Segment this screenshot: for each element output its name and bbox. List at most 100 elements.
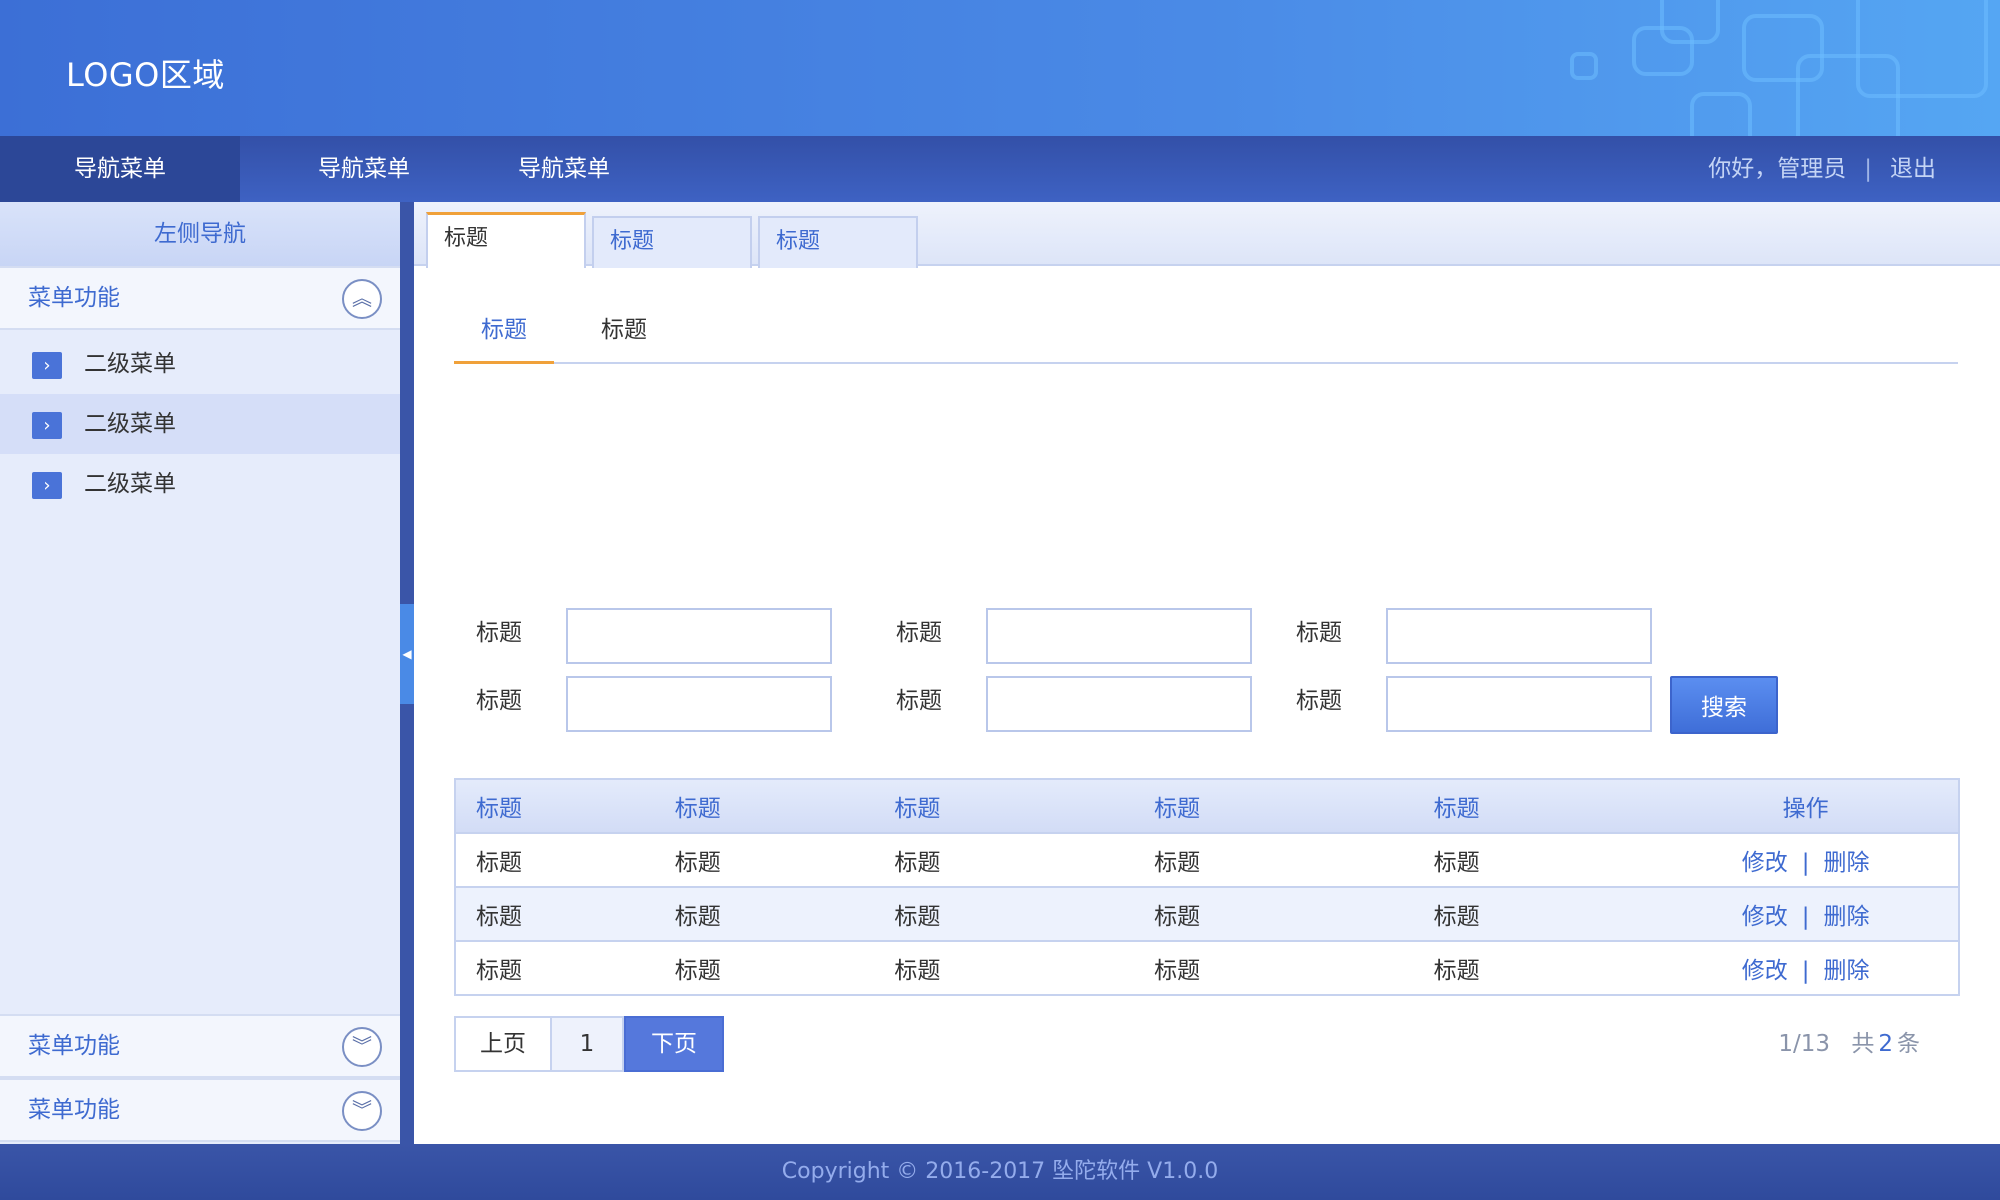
delete-link[interactable]: 删除 xyxy=(1824,850,1870,876)
data-table: 标题 标题 标题 标题 标题 操作 标题 标题 标题 标题 标题 修改 | 删除 标… xyxy=(454,778,1960,996)
table-cell: 标题 xyxy=(674,958,721,984)
next-page-button[interactable]: 下页 xyxy=(624,1016,724,1072)
sidebar-sub-item-3[interactable]: › 二级菜单 xyxy=(0,454,400,514)
table-cell: 标题 xyxy=(1433,850,1480,876)
form-input-5[interactable] xyxy=(986,676,1252,732)
table-header-cell: 操作 xyxy=(1782,796,1829,822)
delete-link[interactable]: 删除 xyxy=(1824,904,1870,930)
table-cell: 标题 xyxy=(894,958,941,984)
page-info: 1/13 共2条 xyxy=(1778,1016,1920,1072)
tab-2[interactable]: 标题 xyxy=(592,216,752,268)
sidebar-group-1[interactable]: 菜单功能 ︽ xyxy=(0,266,400,330)
form-input-6[interactable] xyxy=(1386,676,1652,732)
table-ops-cell: 修改 | 删除 xyxy=(1653,833,1959,887)
sidebar-sub-item-1[interactable]: › 二级菜单 xyxy=(0,334,400,394)
sidebar-sub-item-label: 二级菜单 xyxy=(84,471,176,497)
user-area: 你好，管理员 | 退出 xyxy=(1708,136,1936,202)
collapse-sidebar-icon[interactable]: ◀ xyxy=(400,604,414,704)
form-input-3[interactable] xyxy=(1386,608,1652,664)
table-cell: 标题 xyxy=(1433,958,1480,984)
header: LOGO区域 xyxy=(0,0,2000,136)
table-cell: 标题 xyxy=(1154,850,1201,876)
nav-item-2[interactable]: 导航菜单 xyxy=(254,136,474,202)
tab-1[interactable]: 标题 xyxy=(426,212,586,268)
chevron-double-down-icon[interactable]: ︾ xyxy=(342,1091,382,1131)
form-label-6: 标题 xyxy=(1296,688,1342,714)
form-label-3: 标题 xyxy=(1296,620,1342,646)
prev-page-button[interactable]: 上页 xyxy=(454,1016,552,1072)
edit-link[interactable]: 修改 xyxy=(1742,958,1788,984)
op-separator: | xyxy=(1801,904,1810,930)
table-cell: 标题 xyxy=(476,904,522,930)
chevron-double-down-icon[interactable]: ︾ xyxy=(342,1027,382,1067)
form-input-4[interactable] xyxy=(566,676,832,732)
top-navigation: 导航菜单 导航菜单 导航菜单 你好，管理员 | 退出 xyxy=(0,136,2000,202)
table-cell: 标题 xyxy=(1154,904,1201,930)
form-input-1[interactable] xyxy=(566,608,832,664)
logout-link[interactable]: 退出 xyxy=(1890,156,1936,182)
table-cell: 标题 xyxy=(894,850,941,876)
total-count: 2 xyxy=(1878,1031,1893,1057)
sidebar-group-label: 菜单功能 xyxy=(28,1033,120,1059)
arrow-right-icon: › xyxy=(32,472,62,499)
table-header-cell: 标题 xyxy=(1433,796,1480,822)
table-header-cell: 标题 xyxy=(1154,796,1201,822)
sidebar-group-3[interactable]: 菜单功能 ︾ xyxy=(0,1078,400,1142)
page-indicator: 1/13 xyxy=(1778,1031,1831,1057)
separator: | xyxy=(1864,156,1872,182)
table-row: 标题 标题 标题 标题 标题 修改 | 删除 xyxy=(455,833,1959,887)
table-header-cell: 标题 xyxy=(476,796,522,822)
main-content: 标题 标题 标题 标题 标题 标题 标题 标题 标题 标题 标题 搜索 标题 标… xyxy=(414,202,2000,1144)
form-label-5: 标题 xyxy=(896,688,942,714)
table-cell: 标题 xyxy=(674,904,721,930)
nav-item-3[interactable]: 导航菜单 xyxy=(464,136,664,202)
form-label-4: 标题 xyxy=(476,688,522,714)
table-row: 标题 标题 标题 标题 标题 修改 | 删除 xyxy=(455,941,1959,995)
table-ops-cell: 修改 | 删除 xyxy=(1653,887,1959,941)
nav-item-1[interactable]: 导航菜单 xyxy=(0,136,240,202)
table-row: 标题 标题 标题 标题 标题 修改 | 删除 xyxy=(455,887,1959,941)
tab-bar: 标题 标题 标题 xyxy=(414,202,2000,268)
sub-tabs: 标题 标题 xyxy=(454,298,1958,364)
sidebar-sub-item-label: 二级菜单 xyxy=(84,351,176,377)
search-button[interactable]: 搜索 xyxy=(1670,676,1778,734)
form-input-2[interactable] xyxy=(986,608,1252,664)
tab-3[interactable]: 标题 xyxy=(758,216,918,268)
form-label-1: 标题 xyxy=(476,620,522,646)
decorative-square xyxy=(1660,0,1720,44)
table-ops-cell: 修改 | 删除 xyxy=(1653,941,1959,995)
subtab-2[interactable]: 标题 xyxy=(574,298,674,364)
subtab-1[interactable]: 标题 xyxy=(454,298,554,364)
sidebar-sub-item-2[interactable]: › 二级菜单 xyxy=(0,394,400,454)
decorative-square xyxy=(1570,52,1598,80)
table-header-row: 标题 标题 标题 标题 标题 操作 xyxy=(455,779,1959,833)
delete-link[interactable]: 删除 xyxy=(1824,958,1870,984)
sidebar-group-label: 菜单功能 xyxy=(28,1097,120,1123)
decorative-square xyxy=(1690,92,1752,136)
sidebar-sub-item-label: 二级菜单 xyxy=(84,411,176,437)
page-number-button[interactable]: 1 xyxy=(552,1016,624,1072)
arrow-right-icon: › xyxy=(32,352,62,379)
table-cell: 标题 xyxy=(674,850,721,876)
sidebar-group-label: 菜单功能 xyxy=(28,285,120,311)
table-header-cell: 标题 xyxy=(894,796,941,822)
total-prefix: 共 xyxy=(1851,1031,1875,1057)
edit-link[interactable]: 修改 xyxy=(1742,904,1788,930)
logo-text: LOGO区域 xyxy=(66,56,225,94)
sidebar-title: 左侧导航 xyxy=(0,202,400,266)
decorative-square xyxy=(1856,0,1988,98)
edit-link[interactable]: 修改 xyxy=(1742,850,1788,876)
table-cell: 标题 xyxy=(476,850,522,876)
table-cell: 标题 xyxy=(1154,958,1201,984)
chevron-double-up-icon[interactable]: ︽ xyxy=(342,279,382,319)
op-separator: | xyxy=(1801,958,1810,984)
table-cell: 标题 xyxy=(894,904,941,930)
table-header-cell: 标题 xyxy=(674,796,721,822)
table-cell: 标题 xyxy=(1433,904,1480,930)
form-label-2: 标题 xyxy=(896,620,942,646)
sidebar-group-2[interactable]: 菜单功能 ︾ xyxy=(0,1014,400,1078)
op-separator: | xyxy=(1801,850,1810,876)
total-suffix: 条 xyxy=(1897,1031,1920,1057)
arrow-right-icon: › xyxy=(32,412,62,439)
footer: Copyright © 2016-2017 坠陀软件 V1.0.0 xyxy=(0,1144,2000,1200)
